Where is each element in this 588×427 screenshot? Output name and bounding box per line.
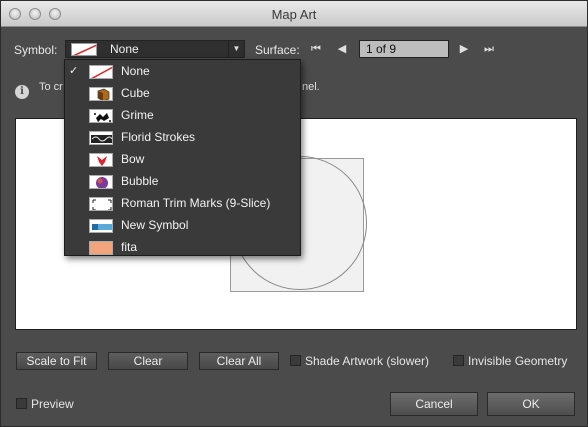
menu-item-label: None (121, 64, 150, 78)
surface-label: Surface: (255, 43, 300, 57)
menu-item-florid-strokes[interactable]: Florid Strokes (65, 127, 300, 149)
info-text-start: To cr (39, 81, 63, 93)
invisible-geometry-label: Invisible Geometry (468, 354, 568, 368)
scale-to-fit-button[interactable]: Scale to Fit (16, 352, 97, 370)
menu-item-label: Bubble (121, 174, 159, 188)
symbol-select[interactable]: None ▼ (65, 40, 245, 58)
symbol-dropdown-menu: ✓ None Cube Grime Florid Strokes Bow Bub… (64, 59, 301, 256)
cube-symbol-icon (89, 87, 113, 101)
new-symbol-icon (89, 219, 113, 233)
menu-item-grime[interactable]: Grime (65, 105, 300, 127)
title-bar: Map Art (1, 1, 587, 27)
preview-checkbox[interactable] (16, 398, 27, 409)
clear-all-button[interactable]: Clear All (199, 352, 279, 370)
menu-item-label: Bow (121, 152, 145, 166)
symbol-select-value: None (110, 42, 139, 56)
checkmark-icon: ✓ (69, 65, 79, 77)
menu-item-bubble[interactable]: Bubble (65, 171, 300, 193)
symbol-label: Symbol: (14, 43, 58, 57)
invisible-geometry-checkbox[interactable] (453, 355, 464, 366)
menu-item-label: Cube (121, 86, 150, 100)
menu-item-label: Roman Trim Marks (9-Slice) (121, 196, 271, 210)
preview-label: Preview (31, 397, 74, 411)
next-surface-icon[interactable]: ▶ (457, 41, 471, 57)
shade-artwork-checkbox[interactable] (290, 355, 301, 366)
none-symbol-icon (89, 65, 113, 79)
menu-item-none[interactable]: ✓ None (65, 61, 300, 83)
florid-strokes-symbol-icon (89, 131, 113, 145)
chevron-down-icon[interactable]: ▼ (228, 41, 244, 57)
menu-item-new-symbol[interactable]: New Symbol (65, 215, 300, 237)
window-title: Map Art (271, 7, 317, 22)
fita-symbol-icon (89, 241, 113, 255)
map-art-dialog: Map Art Symbol: None ▼ Surface: ⏮ ◀ 1 of… (0, 0, 588, 427)
menu-item-label: Florid Strokes (121, 130, 196, 144)
first-surface-icon[interactable]: ⏮ (309, 41, 323, 57)
info-text-end: nel. (302, 81, 320, 93)
menu-item-label: Grime (121, 108, 154, 122)
menu-item-fita[interactable]: fita (65, 237, 300, 259)
bow-symbol-icon (89, 153, 113, 167)
menu-item-cube[interactable]: Cube (65, 83, 300, 105)
menu-item-roman-trim-marks[interactable]: Roman Trim Marks (9-Slice) (65, 193, 300, 215)
cancel-button[interactable]: Cancel (390, 392, 478, 416)
last-surface-icon[interactable]: ⏭ (482, 41, 496, 57)
shade-artwork-label: Shade Artwork (slower) (305, 354, 430, 368)
clear-button[interactable]: Clear (108, 352, 188, 370)
previous-surface-icon[interactable]: ◀ (335, 41, 349, 57)
none-symbol-icon (71, 43, 97, 56)
grime-symbol-icon (89, 109, 113, 123)
bubble-symbol-icon (89, 175, 113, 189)
menu-item-label: New Symbol (121, 218, 189, 232)
menu-item-bow[interactable]: Bow (65, 149, 300, 171)
trim-marks-symbol-icon (89, 197, 113, 211)
surface-field[interactable]: 1 of 9 (359, 40, 449, 58)
ok-button[interactable]: OK (487, 392, 575, 416)
menu-item-label: fita (121, 240, 138, 254)
info-icon: i (15, 85, 29, 99)
